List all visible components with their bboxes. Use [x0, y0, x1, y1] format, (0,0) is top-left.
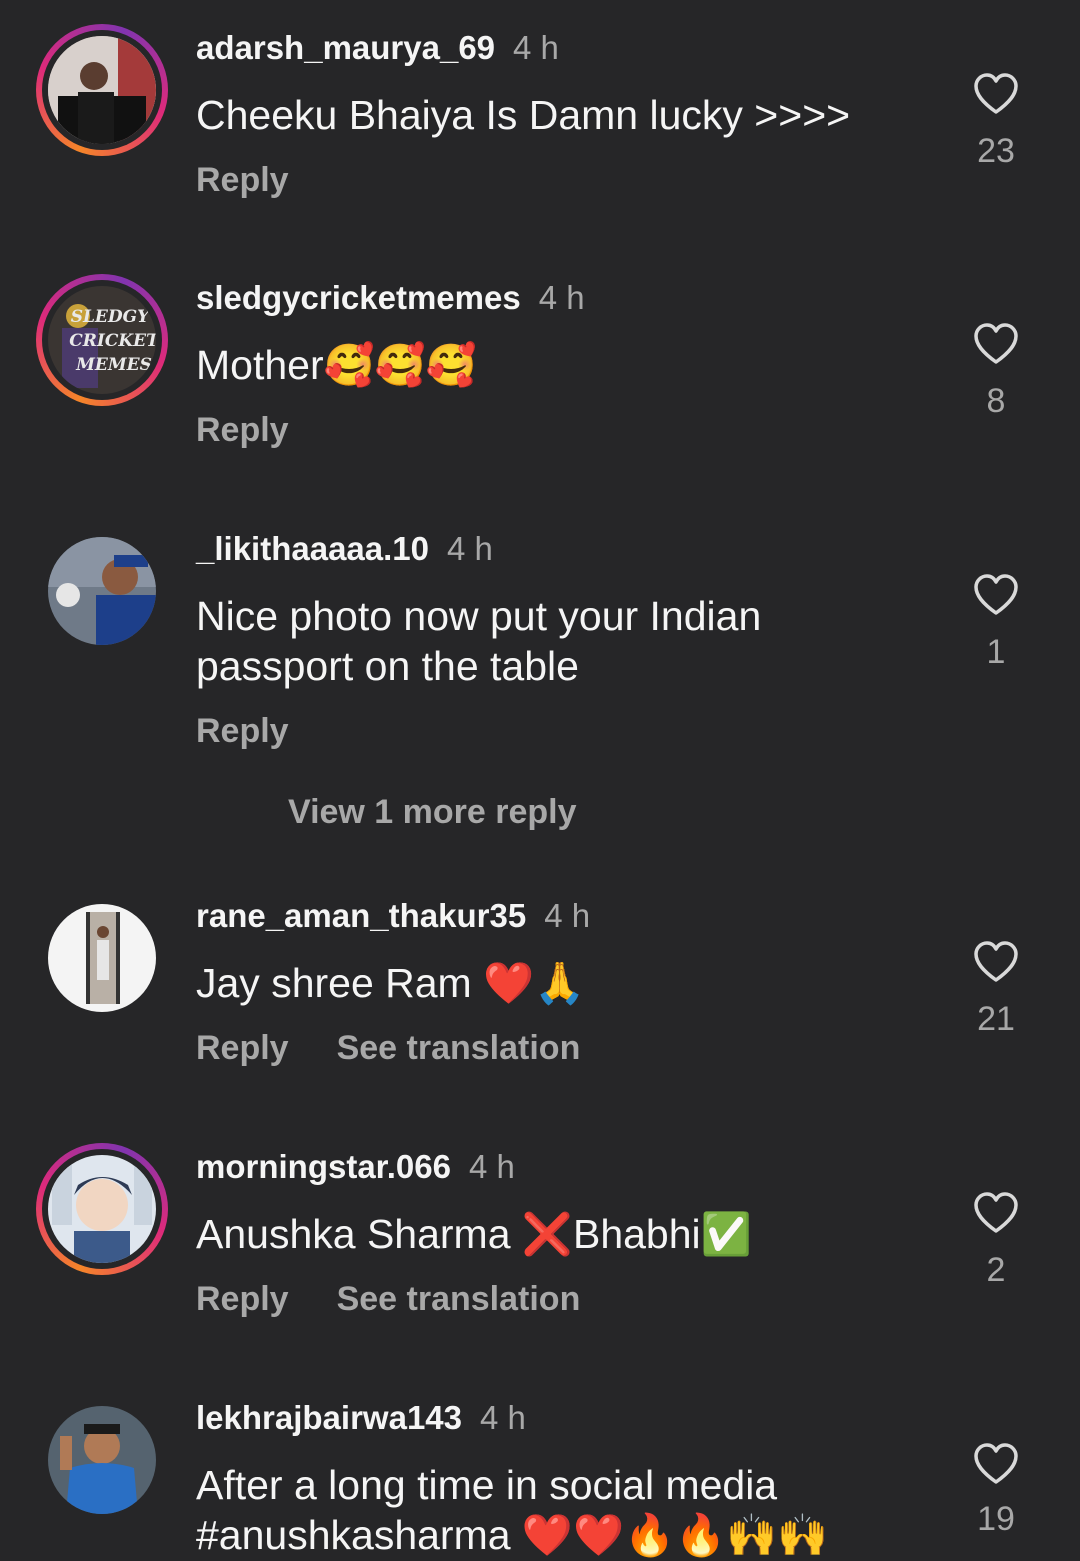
- like-control: 2: [966, 1191, 1026, 1290]
- comment-text: After a long time in social media #anush…: [196, 1460, 916, 1560]
- reply-button[interactable]: Reply: [196, 712, 289, 750]
- like-count: 1: [986, 633, 1006, 671]
- avatar[interactable]: [36, 1394, 168, 1526]
- comment-text: Mother🥰🥰🥰: [196, 340, 916, 390]
- avatar[interactable]: [36, 1143, 168, 1275]
- emoji: ❌: [521, 1210, 573, 1258]
- username[interactable]: sledgycricketmemes: [196, 279, 521, 316]
- see-translation-button[interactable]: See translation: [337, 1280, 581, 1318]
- heart-outline-icon[interactable]: [972, 940, 1020, 984]
- emoji: ❤️🙏: [483, 959, 586, 1007]
- comment-actions: Reply See translation: [196, 1277, 628, 1321]
- comment-text: Jay shree Ram ❤️🙏: [196, 958, 916, 1008]
- reply-button[interactable]: Reply: [196, 411, 289, 449]
- comment-header: lekhrajbairwa143 4 h: [196, 1394, 526, 1442]
- avatar[interactable]: [36, 525, 168, 657]
- reply-button[interactable]: Reply: [196, 1029, 289, 1067]
- comment-header: rane_aman_thakur35 4 h: [196, 892, 590, 940]
- see-translation-button[interactable]: See translation: [337, 1029, 581, 1067]
- like-control: 19: [966, 1442, 1026, 1539]
- username[interactable]: adarsh_maurya_69: [196, 29, 495, 66]
- comment-text-body-2: Bhabhi: [572, 1211, 701, 1257]
- comment-header: morningstar.066 4 h: [196, 1143, 515, 1191]
- heart-outline-icon[interactable]: [972, 1191, 1020, 1235]
- comment-item: SLEDGY CRICKET MEMES sledgycricketmemes 4…: [0, 274, 1080, 474]
- timestamp: 4 h: [513, 29, 559, 66]
- timestamp: 4 h: [544, 897, 591, 934]
- comment-item: _likithaaaaa.10 4 h Nice photo now put yo…: [0, 525, 1080, 765]
- reply-button[interactable]: Reply: [196, 161, 289, 199]
- like-count: 19: [977, 1500, 1015, 1538]
- username[interactable]: morningstar.066: [196, 1148, 451, 1185]
- heart-outline-icon[interactable]: [972, 573, 1020, 617]
- comment-actions: Reply: [196, 408, 337, 452]
- comment-actions: Reply See translation: [196, 1026, 628, 1070]
- comment-text-body: Mother: [196, 342, 324, 388]
- like-count: 8: [986, 382, 1006, 420]
- comment-text-body: Anushka Sharma: [196, 1211, 522, 1257]
- emoji: ❤️❤️🔥🔥🙌🙌: [521, 1511, 829, 1559]
- avatar[interactable]: SLEDGY CRICKET MEMES: [36, 274, 168, 406]
- heart-outline-icon[interactable]: [972, 72, 1020, 116]
- view-more-replies-button[interactable]: View 1 more reply: [288, 793, 577, 832]
- timestamp: 4 h: [447, 530, 493, 567]
- timestamp: 4 h: [468, 1148, 515, 1185]
- avatar-text-3: MEMES: [75, 355, 152, 375]
- heart-outline-icon[interactable]: [972, 322, 1020, 366]
- avatar[interactable]: [36, 24, 168, 156]
- reply-button[interactable]: Reply: [196, 1280, 289, 1318]
- like-control: 23: [966, 72, 1026, 171]
- comment-header: sledgycricketmemes 4 h: [196, 274, 585, 322]
- like-count: 23: [977, 132, 1015, 170]
- username[interactable]: _likithaaaaa.10: [196, 530, 429, 567]
- username[interactable]: rane_aman_thakur35: [196, 897, 526, 934]
- like-count: 2: [986, 1251, 1006, 1289]
- comment-item: lekhrajbairwa143 4 h After a long time in…: [0, 1394, 1080, 1561]
- like-control: 21: [966, 940, 1026, 1039]
- comment-header: adarsh_maurya_69 4 h: [196, 24, 559, 72]
- avatar-text-2: CRICKET: [69, 331, 156, 351]
- comment-text: Nice photo now put your Indian passport …: [196, 593, 762, 689]
- comment-actions: Reply: [196, 158, 337, 202]
- timestamp: 4 h: [538, 279, 585, 316]
- comment-item: rane_aman_thakur35 4 h Jay shree Ram ❤️🙏 …: [0, 892, 1080, 1092]
- comment-text: Anushka Sharma ❌Bhabhi✅: [196, 1209, 916, 1259]
- avatar[interactable]: [36, 892, 168, 1024]
- emoji: ✅: [700, 1210, 752, 1258]
- like-control: 1: [966, 573, 1026, 672]
- like-control: 8: [966, 322, 1026, 421]
- comment-actions: Reply: [196, 709, 337, 753]
- comment-item: adarsh_maurya_69 4 h Cheeku Bhaiya Is Dam…: [0, 24, 1080, 224]
- username[interactable]: lekhrajbairwa143: [196, 1399, 462, 1436]
- like-count: 21: [977, 1000, 1015, 1038]
- comment-text-body: Jay shree Ram: [196, 960, 484, 1006]
- timestamp: 4 h: [480, 1399, 526, 1436]
- comment-item: morningstar.066 4 h Anushka Sharma ❌Bhabh…: [0, 1143, 1080, 1343]
- heart-outline-icon[interactable]: [972, 1442, 1020, 1486]
- emoji: 🥰🥰🥰: [323, 341, 477, 389]
- comment-header: _likithaaaaa.10 4 h: [196, 525, 493, 573]
- avatar-text-1: SLEDGY: [71, 307, 151, 327]
- comment-text: Cheeku Bhaiya Is Damn lucky >>>>: [196, 92, 851, 138]
